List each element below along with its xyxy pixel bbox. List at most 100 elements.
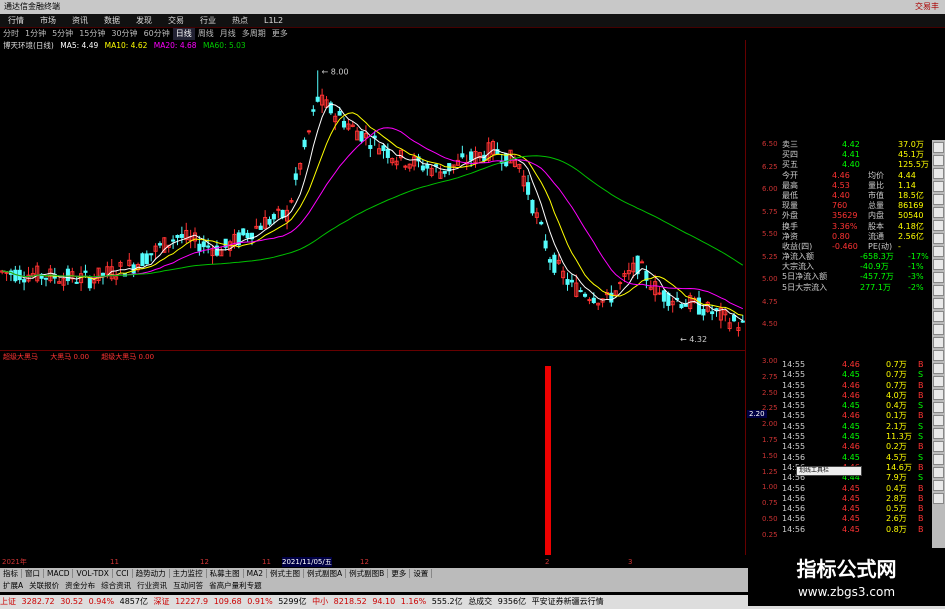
toolbar-icon[interactable]	[933, 415, 944, 426]
toolbar-icon[interactable]	[933, 324, 944, 335]
period-tab[interactable]: 周线	[195, 28, 217, 40]
toolbar-icon[interactable]	[933, 337, 944, 348]
extension-tab[interactable]: 综合资讯	[98, 581, 134, 590]
toolbar-icon[interactable]	[933, 246, 944, 257]
period-tab[interactable]: 15分钟	[76, 28, 108, 40]
book-label: 买五	[782, 160, 798, 170]
zx-label: 中小	[312, 597, 329, 606]
stat-label: 量比	[868, 180, 884, 190]
menu-item[interactable]: 数据	[96, 14, 128, 28]
menu-item[interactable]: L1L2	[256, 14, 291, 28]
toolbar-icon[interactable]	[933, 168, 944, 179]
tick-side: S	[918, 473, 924, 483]
indicator-tab[interactable]: 例式副图A	[304, 569, 347, 578]
tick-time: 14:56	[782, 483, 806, 493]
period-tab[interactable]: 月线	[217, 28, 239, 40]
candle-body	[245, 232, 250, 239]
toolbar-icon[interactable]	[933, 207, 944, 218]
indicator-tab[interactable]: 窗口	[22, 569, 44, 578]
toolbar-icon[interactable]	[933, 350, 944, 361]
menu-item[interactable]: 热点	[224, 14, 256, 28]
period-tab[interactable]: 5分钟	[49, 28, 76, 40]
stat-value: 4.44	[898, 170, 916, 180]
toolbar-icon[interactable]	[933, 376, 944, 387]
indicator-tab[interactable]: CCI	[112, 569, 133, 578]
toolbar-icon[interactable]	[933, 233, 944, 244]
extension-tab[interactable]: 扩展A	[0, 581, 26, 590]
toolbar-icon[interactable]	[933, 311, 944, 322]
price-tick: 6.50	[762, 140, 778, 148]
toolbar-icon[interactable]	[933, 363, 944, 374]
period-tab[interactable]: 日线	[172, 28, 195, 40]
toolbar-icon[interactable]	[933, 155, 944, 166]
stat-value: 760	[832, 201, 848, 211]
ma20-line	[2, 127, 744, 310]
book-price: 4.42	[842, 140, 860, 149]
indicator-tab[interactable]: 趋势动力	[132, 569, 170, 578]
toolbar-icon[interactable]	[933, 441, 944, 452]
indicator-tick: 1.25	[762, 467, 778, 476]
indicator-tab[interactable]: VOL-TDX	[73, 569, 113, 578]
tick-volume: 4.0万	[886, 390, 907, 400]
menu-item[interactable]: 行业	[192, 14, 224, 28]
extension-tab[interactable]: 行业资讯	[134, 581, 170, 590]
candle-body	[201, 241, 206, 248]
candle-body	[583, 293, 588, 297]
menu-item[interactable]: 市场	[32, 14, 64, 28]
sz-change: 109.68	[213, 597, 242, 606]
quote-row: 5日净流入额 -457.7万 -3%	[780, 272, 930, 282]
menu-item[interactable]: 资讯	[64, 14, 96, 28]
indicator-tab[interactable]: 主力监控	[169, 569, 207, 578]
candle-body	[552, 254, 557, 273]
indicator-tab[interactable]: 私募主图	[206, 569, 244, 578]
stat-value: 18.5亿	[898, 190, 924, 200]
menu-item[interactable]: 交易	[160, 14, 192, 28]
menu-item[interactable]: 行情	[0, 14, 32, 28]
drawing-toolbar-popup[interactable]: 划线工具栏	[796, 466, 862, 476]
indicator-tab[interactable]: MA2	[243, 569, 268, 578]
toolbar-icon[interactable]	[933, 428, 944, 439]
tick-volume: 0.1万	[886, 411, 907, 421]
period-tab[interactable]: 分时	[0, 28, 22, 40]
toolbar-icon[interactable]	[933, 402, 944, 413]
tick-volume: 0.4万	[886, 401, 907, 411]
news-ticker[interactable]: 平安证券新疆云行情	[532, 597, 604, 606]
period-tab[interactable]: 60分钟	[141, 28, 173, 40]
toolbar-icon[interactable]	[933, 181, 944, 192]
trade-link[interactable]: 交易丰	[915, 0, 939, 14]
toolbar-icon[interactable]	[933, 272, 944, 283]
indicator-tab[interactable]: MACD	[44, 569, 74, 578]
toolbar-icon[interactable]	[933, 467, 944, 478]
toolbar-icon[interactable]	[933, 454, 944, 465]
indicator-tab[interactable]: 例式副图B	[346, 569, 389, 578]
toolbar-icon[interactable]	[933, 220, 944, 231]
indicator-tick: 1.00	[762, 483, 778, 492]
candle-body	[618, 282, 623, 285]
period-tab[interactable]: 多周期	[239, 28, 269, 40]
indicator-tab[interactable]: 更多	[388, 569, 411, 578]
toolbar-icon[interactable]	[933, 298, 944, 309]
toolbar-icon[interactable]	[933, 285, 944, 296]
candlestick-chart[interactable]: ← 8.00 ← 4.32	[0, 52, 745, 350]
indicator-tab[interactable]: 指标	[0, 569, 22, 578]
period-tab[interactable]: 1分钟	[22, 28, 49, 40]
toolbar-icon[interactable]	[933, 194, 944, 205]
extension-tab[interactable]: 省高户量利专题	[206, 581, 265, 590]
indicator-tab[interactable]: 设置	[410, 569, 433, 578]
period-tab[interactable]: 30分钟	[108, 28, 140, 40]
tick-list[interactable]: 14:55 4.46 0.7万 B 14:55 4.45 0.7万 S 14:55 4.46 0.7…	[780, 360, 930, 535]
tick-price: 4.45	[842, 370, 860, 380]
extension-tab[interactable]: 资金分布	[62, 581, 98, 590]
extension-tab[interactable]: 互动问答	[170, 581, 206, 590]
extension-tab[interactable]: 关联报价	[26, 581, 62, 590]
toolbar-icon[interactable]	[933, 259, 944, 270]
toolbar-icon[interactable]	[933, 480, 944, 491]
indicator-tab[interactable]: 例式主图	[267, 569, 305, 578]
stat-label: 收益(四)	[782, 241, 813, 251]
toolbar-icon[interactable]	[933, 389, 944, 400]
toolbar-icon[interactable]	[933, 493, 944, 504]
indicator-current-value: 2.20	[747, 410, 767, 418]
toolbar-icon[interactable]	[933, 142, 944, 153]
menu-item[interactable]: 发现	[128, 14, 160, 28]
period-tab[interactable]: 更多	[269, 28, 291, 40]
